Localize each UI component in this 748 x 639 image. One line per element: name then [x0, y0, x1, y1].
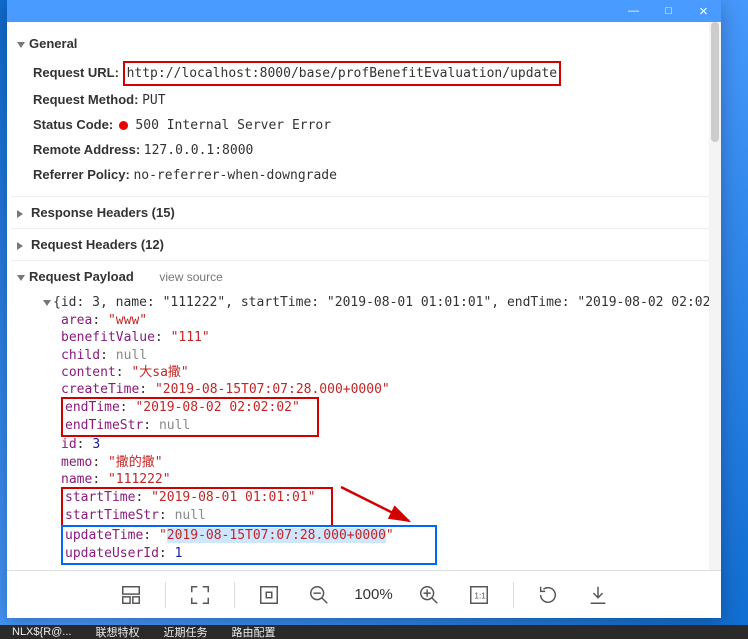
selected-text: 2019-08-15T07:07:28.000+0000: [167, 528, 386, 543]
prop-content: content: "大sa撒": [61, 364, 717, 381]
general-block: Request URL: http://localhost:8000/base/…: [11, 55, 717, 192]
starttime-highlight: startTime: "2019-08-01 01:01:01" startTi…: [61, 487, 333, 527]
download-icon[interactable]: [582, 579, 614, 611]
chevron-right-icon: [17, 210, 27, 218]
section-title: Response Headers (15): [31, 205, 175, 220]
prop-area: area: "www": [61, 312, 717, 329]
prop-benefitValue: benefitValue: "111": [61, 329, 717, 346]
taskbar-item[interactable]: 路由配置: [231, 625, 275, 639]
layout-icon[interactable]: [115, 579, 147, 611]
chevron-right-icon: [17, 242, 27, 250]
prop-endTime: endTime: "2019-08-02 02:02:02": [65, 400, 300, 415]
remote-address-label: Remote Address:: [33, 142, 140, 157]
prop-startTime: startTime: "2019-08-01 01:01:01": [65, 490, 315, 505]
taskbar-item[interactable]: 近期任务: [163, 625, 207, 639]
rotate-icon[interactable]: [532, 579, 564, 611]
maximize-button[interactable]: □: [651, 0, 686, 22]
response-headers-toggle[interactable]: Response Headers (15): [11, 196, 717, 224]
payload-summary-line[interactable]: {id: 3, name: "111222", startTime: "2019…: [43, 294, 717, 312]
prop-id: id: 3: [61, 436, 717, 453]
fullscreen-icon[interactable]: [184, 579, 216, 611]
section-title: Request Headers (12): [31, 237, 164, 252]
request-method-value: PUT: [142, 93, 165, 108]
status-code-label: Status Code:: [33, 117, 113, 132]
view-source-link[interactable]: view source: [159, 270, 222, 284]
prop-createTime: createTime: "2019-08-15T07:07:28.000+000…: [61, 381, 717, 398]
endtime-highlight: endTime: "2019-08-02 02:02:02" endTimeSt…: [61, 397, 319, 437]
status-error-icon: [119, 121, 128, 130]
devtools-window: — □ × General Request URL: http://localh…: [7, 0, 721, 618]
prop-child: child: null: [61, 347, 717, 364]
payload-tree: {id: 3, name: "111222", startTime: "2019…: [11, 288, 717, 565]
prop-name: name: "111222": [61, 471, 717, 488]
status-code-value: 500 Internal Server Error: [135, 118, 331, 133]
payload-summary-text: {id: 3, name: "111222", startTime: "2019…: [53, 295, 717, 310]
section-title: General: [29, 36, 77, 51]
zoom-out-icon[interactable]: [303, 579, 335, 611]
fit-page-icon[interactable]: [253, 579, 285, 611]
taskbar-item[interactable]: 联想特权: [95, 625, 139, 639]
prop-memo: memo: "撒的撒": [61, 454, 717, 471]
chevron-down-icon: [43, 300, 51, 306]
request-url-highlight: http://localhost:8000/base/profBenefitEv…: [123, 61, 561, 86]
general-section-toggle[interactable]: General: [11, 32, 717, 55]
headers-panel: General Request URL: http://localhost:80…: [7, 22, 721, 570]
request-url-label: Request URL:: [33, 65, 119, 80]
request-payload-toggle[interactable]: Request Payload view source: [11, 260, 717, 288]
prop-updateTime: updateTime: "2019-08-15T07:07:28.000+000…: [65, 528, 394, 543]
actual-size-icon[interactable]: 1:1: [463, 579, 495, 611]
close-button[interactable]: ×: [686, 0, 721, 22]
minimize-button[interactable]: —: [616, 0, 651, 22]
taskbar-item[interactable]: NLX${R@...: [12, 626, 71, 638]
chevron-down-icon: [17, 42, 25, 48]
referrer-policy-label: Referrer Policy:: [33, 167, 130, 182]
section-title: Request Payload: [29, 269, 134, 284]
referrer-policy-value: no-referrer-when-downgrade: [133, 168, 337, 183]
zoom-level: 100%: [353, 586, 395, 603]
prop-endTimeStr: endTimeStr: null: [65, 418, 190, 433]
svg-text:1:1: 1:1: [474, 591, 486, 600]
prop-updateUserId: updateUserId: 1: [65, 546, 182, 561]
titlebar: — □ ×: [7, 0, 721, 22]
request-headers-toggle[interactable]: Request Headers (12): [11, 228, 717, 256]
request-url-value: http://localhost:8000/base/profBenefitEv…: [127, 66, 557, 81]
updatetime-highlight: updateTime: "2019-08-15T07:07:28.000+000…: [61, 525, 437, 565]
prop-startTimeStr: startTimeStr: null: [65, 508, 206, 523]
request-method-label: Request Method:: [33, 92, 138, 107]
taskbar: NLX${R@... 联想特权 近期任务 路由配置: [0, 625, 748, 639]
zoom-in-icon[interactable]: [413, 579, 445, 611]
vertical-scrollbar[interactable]: [709, 22, 721, 570]
image-viewer-toolbar: 100% 1:1: [7, 570, 721, 618]
remote-address-value: 127.0.0.1:8000: [144, 143, 254, 158]
chevron-down-icon: [17, 275, 25, 281]
